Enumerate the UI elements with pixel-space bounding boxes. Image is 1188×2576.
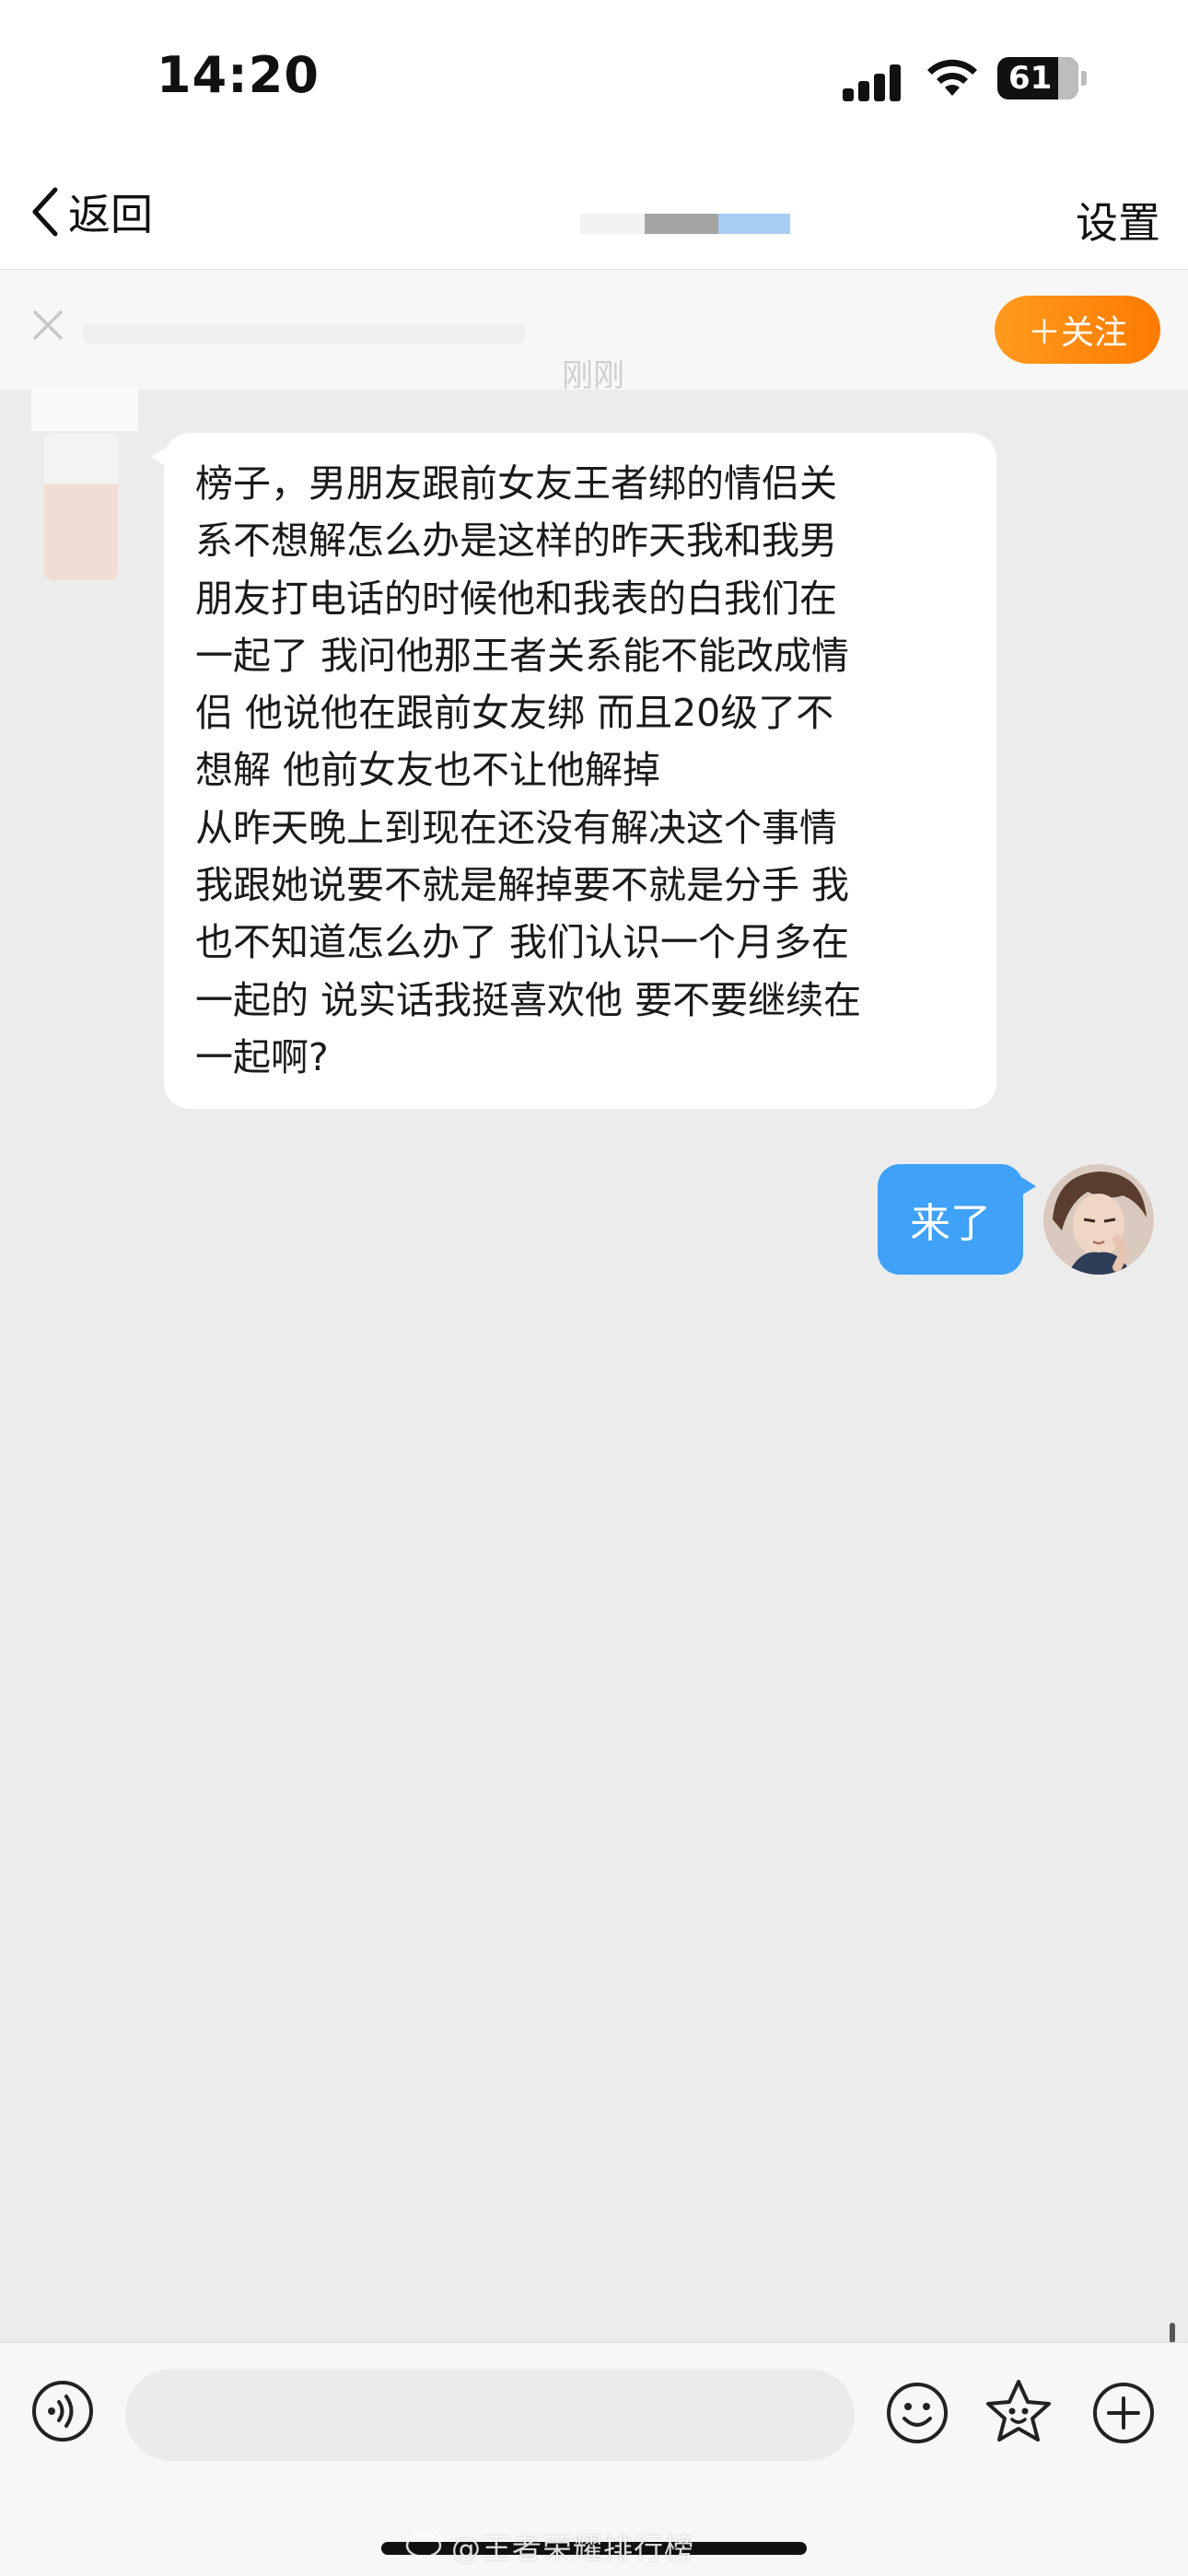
weibo-logo-icon: [405, 2529, 444, 2559]
sender-avatar[interactable]: [44, 433, 118, 580]
sender-name-redacted: [31, 387, 138, 431]
back-button[interactable]: 返回: [28, 184, 153, 239]
watermark: @王者荣耀排行榜: [451, 2531, 695, 2566]
emoji-icon[interactable]: [886, 2382, 949, 2444]
wifi-icon: [927, 59, 977, 96]
follow-button[interactable]: ＋关注: [995, 296, 1160, 364]
close-icon[interactable]: [29, 307, 66, 344]
message-timestamp: 刚刚: [562, 357, 624, 394]
cellular-signal-icon: [843, 61, 907, 101]
sticker-icon[interactable]: [985, 2378, 1052, 2444]
voice-input-icon[interactable]: [31, 2380, 94, 2442]
chat-title-redacted: [580, 214, 790, 234]
settings-button[interactable]: 设置: [1076, 190, 1160, 251]
battery-nub: [1081, 71, 1087, 86]
chevron-left-icon: [32, 187, 58, 237]
nav-bar: 返回 设置: [0, 157, 1188, 270]
incoming-message-bubble[interactable]: 榜子，男朋友跟前女友王者绑的情侣关 系不想解怎么办是这样的昨天我和我男 朋友打电…: [151, 433, 996, 1109]
banner-text-redacted: [83, 323, 525, 344]
outgoing-message-bubble[interactable]: 来了: [878, 1164, 1036, 1275]
input-bar: @王者荣耀排行榜: [0, 2342, 1188, 2576]
battery-indicator: 61: [997, 57, 1078, 99]
plus-icon[interactable]: [1092, 2382, 1155, 2444]
status-time: 14:20: [157, 46, 320, 104]
status-bar: 14:20 61: [0, 0, 1188, 157]
message-input[interactable]: [125, 2369, 855, 2461]
back-label: 返回: [68, 190, 153, 239]
battery-level: 61: [1008, 60, 1053, 97]
scrollbar[interactable]: [1170, 2323, 1175, 2343]
my-avatar[interactable]: [1043, 1164, 1154, 1275]
